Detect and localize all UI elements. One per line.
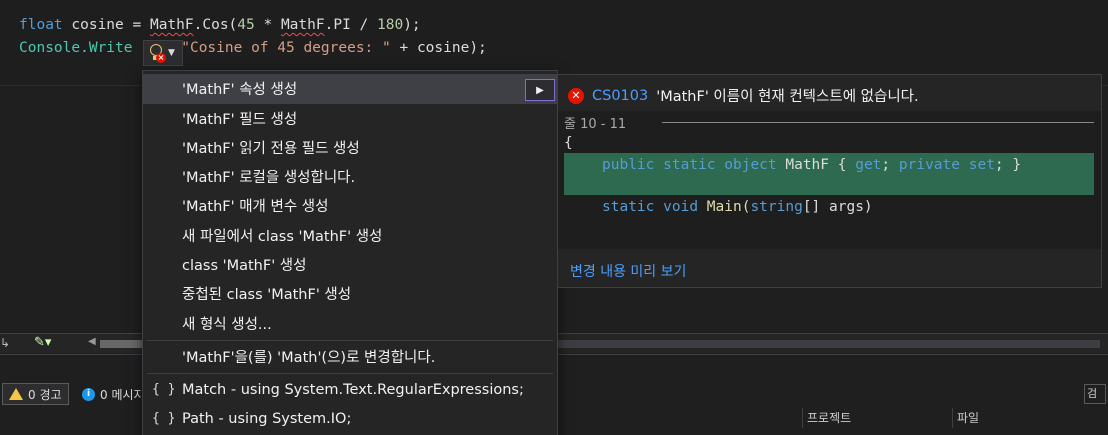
divider	[662, 122, 1094, 123]
menu-item-generate-readonly-field[interactable]: 'MathF' 읽기 전용 필드 생성	[143, 133, 557, 163]
namespace-braces-icon: { }	[152, 411, 176, 427]
column-header-project[interactable]: 프로젝트	[802, 408, 952, 428]
info-icon: i	[82, 387, 95, 401]
namespace-braces-icon: { }	[152, 382, 176, 398]
pipe-icon: ↳	[0, 336, 11, 350]
code-line-2[interactable]: Console.Write("Cosine of 45 degrees: " +…	[19, 38, 487, 58]
warnings-filter-button[interactable]: 0 경고	[2, 383, 69, 405]
added-code-line: public static object MathF { get; privat…	[602, 157, 1022, 173]
lightbulb-error-icon: ×	[148, 44, 166, 63]
warnings-count: 0 경고	[28, 387, 62, 402]
quick-actions-lightbulb-button[interactable]: × ▼	[143, 40, 183, 66]
error-list-search-input[interactable]: 검색	[1084, 384, 1106, 404]
error-icon: ✕	[568, 87, 584, 104]
line-range-label: 줄 10 - 11	[564, 117, 627, 132]
menu-item-change-to-math[interactable]: 'MathF'을(를) 'Math'(으)로 변경합니다.	[143, 342, 557, 372]
messages-count: 0 메시지	[100, 387, 145, 402]
quick-actions-menu: 'MathF' 속성 생성 ▶ 'MathF' 필드 생성 'MathF' 읽기…	[142, 70, 558, 435]
menu-item-generate-new-type[interactable]: 새 형식 생성...	[143, 309, 557, 339]
main-method-line: static void Main(string[] args)	[602, 199, 873, 215]
menu-separator	[147, 373, 553, 374]
menu-item-generate-field[interactable]: 'MathF' 필드 생성	[143, 104, 557, 134]
code-brace: {	[564, 135, 573, 151]
column-header-file[interactable]: 파일	[952, 408, 1102, 428]
menu-item-generate-local[interactable]: 'MathF' 로컬을 생성합니다.	[143, 162, 557, 192]
error-header: ✕ CS0103 'MathF' 이름이 현재 컨텍스트에 없습니다.	[568, 85, 919, 106]
preview-changes-link[interactable]: 변경 내용 미리 보기	[570, 261, 686, 281]
menu-item-generate-parameter[interactable]: 'MathF' 매개 변수 생성	[143, 191, 557, 221]
menu-item-generate-property[interactable]: 'MathF' 속성 생성 ▶	[143, 74, 557, 104]
menu-separator	[147, 340, 553, 341]
chevron-down-icon: ▼	[168, 48, 175, 58]
warning-icon	[9, 388, 23, 400]
code-line-1[interactable]: float cosine = MathF.Cos(45 * MathF.PI /…	[19, 15, 421, 35]
menu-item-generate-class[interactable]: class 'MathF' 생성	[143, 250, 557, 280]
code-cleanup-brush-icon[interactable]: ✎▾	[34, 335, 51, 350]
submenu-arrow-icon[interactable]: ▶	[525, 79, 555, 101]
menu-item-using-regex[interactable]: { } Match - using System.Text.RegularExp…	[143, 375, 557, 405]
preview-code-block: 줄 10 - 11 { public static object MathF {…	[558, 111, 1101, 249]
menu-item-generate-class-new-file[interactable]: 새 파일에서 class 'MathF' 생성	[143, 221, 557, 251]
scroll-left-arrow-icon[interactable]: ◀	[88, 336, 96, 347]
change-preview-panel: ✕ CS0103 'MathF' 이름이 현재 컨텍스트에 없습니다. 줄 10…	[557, 74, 1102, 288]
messages-filter-button[interactable]: i 0 메시지	[76, 383, 151, 405]
error-code-link[interactable]: CS0103	[592, 88, 648, 104]
menu-item-generate-nested-class[interactable]: 중첩된 class 'MathF' 생성	[143, 279, 557, 309]
error-message: 'MathF' 이름이 현재 컨텍스트에 없습니다.	[656, 89, 919, 105]
menu-item-using-system-io[interactable]: { } Path - using System.IO;	[143, 404, 557, 434]
